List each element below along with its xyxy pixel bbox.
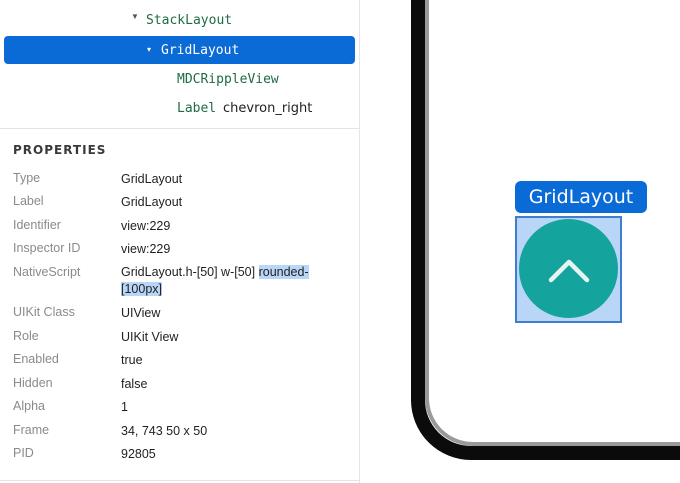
prop-key-frame: Frame: [13, 423, 50, 437]
divider: [0, 128, 360, 129]
prop-value-hidden: false: [121, 377, 148, 391]
view-hierarchy-tree: ▼ StackLayout ▾ GridLayout MDCRippleView…: [0, 0, 360, 128]
prop-key-nativescript: NativeScript: [13, 265, 81, 279]
prop-key-type: Type: [13, 171, 41, 185]
prop-value-pid: 92805: [121, 447, 156, 461]
prop-key-pid: PID: [13, 446, 34, 460]
prop-key-uikit-class: UIKit Class: [13, 305, 75, 319]
disclosure-triangle-icon[interactable]: ▾: [147, 45, 151, 54]
prop-value-role: UIKit View: [121, 330, 179, 344]
selected-text-highlight-cont: [100px]: [121, 282, 163, 296]
prop-value-alpha: 1: [121, 400, 128, 414]
prop-value-inspector-id: view:229: [121, 242, 171, 256]
prop-key-alpha: Alpha: [13, 399, 45, 413]
properties-heading: PROPERTIES: [13, 143, 107, 157]
chevron-up-icon: [548, 259, 589, 282]
tree-node-gridlayout-selected[interactable]: ▾ GridLayout: [4, 36, 355, 64]
selected-text-highlight: rounded-: [258, 265, 309, 279]
tree-node-label: Label: [177, 101, 217, 116]
label-text-value: chevron_right: [223, 101, 313, 116]
prop-key-role: Role: [13, 329, 39, 343]
tree-node-label: MDCRippleView: [177, 72, 279, 87]
nativescript-class-text: GridLayout.h-[50] w-[50]: [121, 265, 259, 279]
prop-key-inspector-id: Inspector ID: [13, 241, 81, 255]
prop-value-frame: 34, 743 50 x 50: [121, 424, 208, 438]
disclosure-triangle-icon[interactable]: ▼: [131, 12, 139, 21]
selection-tag: GridLayout: [515, 181, 647, 213]
tree-node-label: StackLayout: [146, 13, 233, 28]
prop-key-identifier: Identifier: [13, 218, 61, 232]
prop-value-identifier: view:229: [121, 219, 171, 233]
tree-node-label: GridLayout: [161, 43, 240, 58]
prop-value-nativescript[interactable]: GridLayout.h-[50] w-[50] rounded- [100px]: [121, 264, 346, 298]
inspector-panel: ▼ StackLayout ▾ GridLayout MDCRippleView…: [0, 0, 360, 483]
prop-key-hidden: Hidden: [13, 376, 53, 390]
divider: [0, 480, 360, 481]
tree-node-ripple-view[interactable]: MDCRippleView: [0, 65, 360, 93]
prop-key-enabled: Enabled: [13, 352, 59, 366]
prop-value-uikit-class: UIView: [121, 306, 161, 320]
prop-key-label: Label: [13, 194, 44, 208]
tree-node-stacklayout[interactable]: ▼ StackLayout: [0, 6, 360, 34]
prop-value-label: GridLayout: [121, 195, 183, 209]
fab-button[interactable]: [519, 219, 618, 318]
prop-value-type: GridLayout: [121, 172, 183, 186]
tree-node-label-element[interactable]: Label chevron_right: [0, 94, 360, 122]
prop-value-enabled: true: [121, 353, 143, 367]
